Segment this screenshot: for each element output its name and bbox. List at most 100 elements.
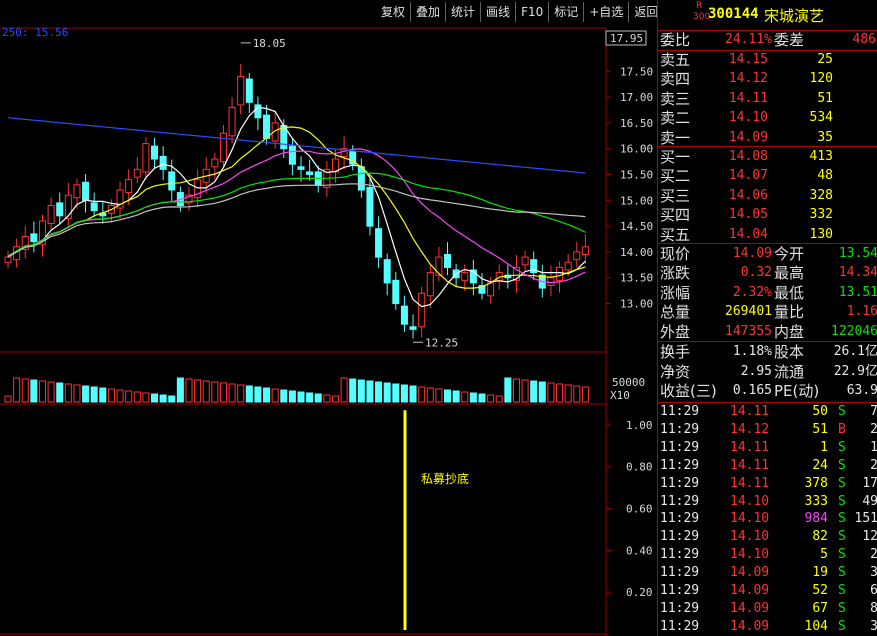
candle-body — [125, 179, 133, 194]
candle-body — [409, 326, 417, 330]
fundamental-value: 22.9亿 — [833, 363, 877, 379]
asks-row[interactable]: 卖一 14.09 35 — [658, 128, 877, 148]
volume-bar — [116, 389, 124, 403]
volume-bar — [573, 385, 581, 403]
stat-label: 涨幅 — [660, 283, 691, 302]
toolbar-button-5[interactable]: 标记 — [548, 2, 583, 22]
volume-bar — [495, 395, 503, 403]
price-axis-label: 13.50 — [620, 272, 653, 285]
toolbar-button-1[interactable]: 叠加 — [410, 2, 445, 22]
price-axis-label: 16.00 — [620, 143, 653, 156]
toolbar-button-6[interactable]: +自选 — [583, 2, 628, 22]
indicator-axis-label: 0.20 — [626, 586, 653, 599]
bids-row[interactable]: 买三 14.06 328 — [658, 186, 877, 206]
fundamental-row: 收益(三) 0.165 PE(动) 63.9 — [658, 381, 877, 401]
volume-bar — [194, 379, 202, 403]
price-axis-label: 15.50 — [620, 169, 653, 182]
volume-bar — [237, 384, 245, 403]
tick-extra: 1 — [870, 439, 877, 455]
asks-price: 14.12 — [728, 71, 768, 87]
tick-row: 11:29 14.10 82 S 12 — [658, 528, 877, 546]
tick-price: 14.10 — [730, 511, 770, 527]
candle-body — [487, 282, 495, 297]
volume-bar — [254, 386, 262, 403]
asks-label: 卖五 — [660, 51, 691, 69]
volume-bar — [38, 380, 47, 403]
stat-label: 总量 — [660, 303, 691, 322]
toolbar-button-4[interactable]: F10 — [515, 2, 548, 22]
asks-row[interactable]: 卖二 14.10 534 — [658, 108, 877, 128]
bids-volume: 332 — [809, 207, 833, 223]
fundamental-value: 1.18% — [732, 344, 772, 359]
tick-side: S — [838, 511, 846, 527]
asks-volume: 35 — [817, 129, 833, 145]
asks-label: 卖一 — [660, 128, 691, 147]
volume-bar — [271, 388, 279, 403]
kline-chart-svg[interactable]: 17.50 17.00 16.50 16.00 15.50 15.00 14.50 14.00… — [0, 0, 657, 636]
volume-bar — [478, 393, 486, 403]
bids-label: 买五 — [660, 225, 691, 244]
volume-bar — [64, 383, 72, 403]
tick-row: 11:29 14.11 50 S 7 — [658, 403, 877, 421]
tick-volume: 51 — [812, 421, 828, 437]
volume-bar — [538, 381, 546, 403]
volume-bar — [340, 377, 348, 403]
tick-volume: 50 — [812, 404, 828, 419]
candle-body — [151, 145, 159, 160]
tick-volume: 24 — [812, 457, 828, 473]
bids-row[interactable]: 买一 14.08 413 — [658, 147, 877, 167]
tick-extra: 7 — [870, 404, 877, 419]
volume-scale-label: 50000 — [612, 376, 645, 389]
asks-row[interactable]: 卖五 14.15 25 — [658, 50, 877, 70]
candle-body — [297, 166, 305, 170]
fundamental-label: 换手 — [660, 343, 691, 361]
volume-bar — [331, 395, 340, 403]
toolbar-button-0[interactable]: 复权 — [376, 2, 410, 22]
tick-side: S — [838, 493, 846, 509]
volume-bar — [504, 377, 512, 403]
volume-bar — [56, 382, 64, 403]
ratio-value: 24.11% — [725, 32, 772, 47]
asks-row[interactable]: 卖三 14.11 51 — [658, 89, 877, 109]
asks-label: 卖三 — [660, 89, 691, 108]
tick-time: 11:29 — [660, 600, 700, 616]
tick-extra: 6 — [870, 583, 877, 598]
candle-body — [366, 186, 374, 227]
tick-price: 14.09 — [730, 565, 770, 581]
tick-row: 11:29 14.10 5 S 2 — [658, 546, 877, 564]
candle-body — [392, 279, 400, 305]
toolbar-button-3[interactable]: 画线 — [480, 2, 515, 22]
stat-row: 现价 14.09 今开 13.54 — [658, 244, 877, 264]
volume-bar — [323, 394, 331, 403]
bids-row[interactable]: 买二 14.07 48 — [658, 166, 877, 186]
chart-area[interactable]: 17.50 17.00 16.50 16.00 15.50 15.00 14.50 14.00… — [0, 0, 658, 636]
candle-body — [168, 171, 176, 191]
bids-row[interactable]: 买五 14.04 130 — [658, 225, 877, 245]
stat-value: 0.32 — [740, 265, 772, 281]
tick-extra: 8 — [870, 600, 877, 616]
stat-row: 涨幅 2.32% 最低 13.51 — [658, 283, 877, 303]
candle-body — [400, 305, 408, 325]
bids-price: 14.07 — [728, 168, 768, 184]
candle-body — [444, 254, 452, 268]
tick-row: 11:29 14.11 24 S 2 — [658, 457, 877, 475]
bids-row[interactable]: 买四 14.05 332 — [658, 205, 877, 225]
stat-row: 外盘 147355 内盘 122046 — [658, 322, 877, 342]
stat-value: 147355 — [725, 323, 772, 339]
stat-row: 总量 269401 量比 1.16 — [658, 302, 877, 322]
volume-bar — [357, 379, 365, 403]
candle-body — [461, 272, 469, 281]
volume-bar — [263, 387, 271, 403]
tick-price: 14.09 — [730, 618, 770, 634]
stat-row: 涨跌 0.32 最高 14.34 — [658, 263, 877, 283]
volume-bar — [409, 385, 417, 403]
volume-bar — [512, 378, 520, 403]
volume-bar — [30, 379, 38, 403]
volume-bar — [107, 388, 115, 403]
fundamental-label: PE(动) — [774, 382, 820, 401]
asks-row[interactable]: 卖四 14.12 120 — [658, 69, 877, 89]
price-axis-label: 14.50 — [620, 220, 653, 233]
tick-volume: 19 — [812, 565, 828, 581]
toolbar-button-2[interactable]: 统计 — [445, 2, 480, 22]
tick-side: S — [838, 600, 846, 616]
